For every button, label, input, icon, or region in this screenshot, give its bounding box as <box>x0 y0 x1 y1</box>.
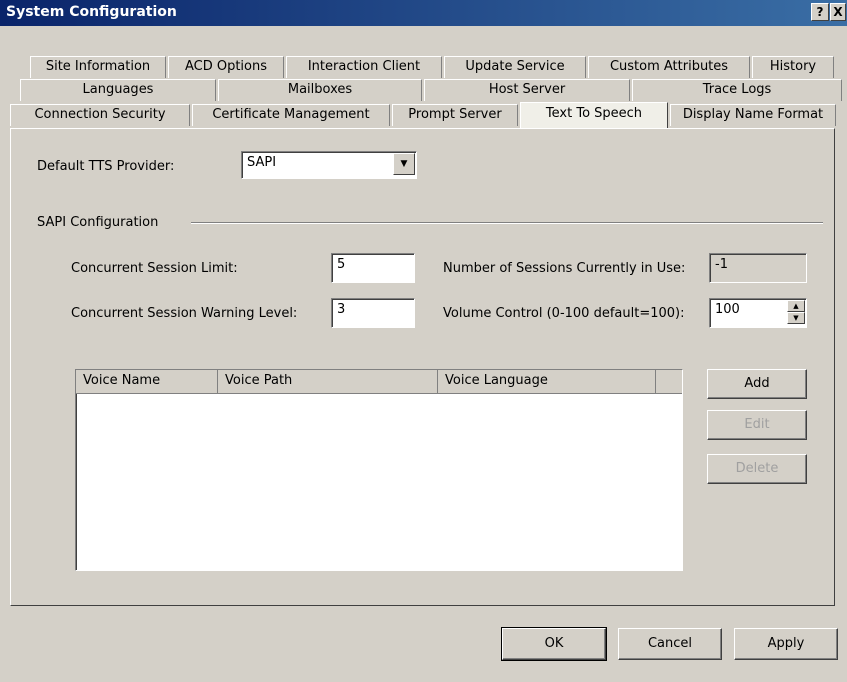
apply-button[interactable]: Apply <box>734 628 838 660</box>
tab-certificate-management[interactable]: Certificate Management <box>192 104 390 126</box>
delete-button[interactable]: Delete <box>707 454 807 484</box>
volume-value: 100 <box>715 302 740 317</box>
title-bar: System Configuration ? X <box>0 0 847 26</box>
tts-provider-value: SAPI <box>247 155 277 170</box>
warning-level-input[interactable]: 3 <box>331 298 415 328</box>
volume-label: Volume Control (0-100 default=100): <box>443 306 685 321</box>
help-button[interactable]: ? <box>811 3 829 21</box>
tab-panel: Default TTS Provider: SAPI ▼ SAPI Config… <box>10 128 835 606</box>
sessions-in-use-label: Number of Sessions Currently in Use: <box>443 261 686 276</box>
tab-prompt-server[interactable]: Prompt Server <box>392 104 518 126</box>
sapi-group-label: SAPI Configuration <box>37 215 159 230</box>
window-title: System Configuration <box>6 4 177 20</box>
session-limit-input[interactable]: 5 <box>331 253 415 283</box>
tab-host-server[interactable]: Host Server <box>424 79 630 101</box>
tab-update-service[interactable]: Update Service <box>444 56 586 78</box>
column-voice-name[interactable]: Voice Name <box>76 370 218 394</box>
group-divider <box>191 222 823 224</box>
tab-interaction-client[interactable]: Interaction Client <box>286 56 442 78</box>
warning-level-label: Concurrent Session Warning Level: <box>71 306 298 321</box>
tab-trace-logs[interactable]: Trace Logs <box>632 79 842 101</box>
voice-list[interactable]: Voice Name Voice Path Voice Language <box>75 369 683 571</box>
tab-text-to-speech[interactable]: Text To Speech <box>520 102 668 128</box>
column-filler <box>656 370 682 394</box>
tts-provider-select[interactable]: SAPI ▼ <box>241 151 417 179</box>
close-button[interactable]: X <box>830 3 846 21</box>
tab-custom-attributes[interactable]: Custom Attributes <box>588 56 750 78</box>
volume-spinner[interactable]: 100 ▲ ▼ <box>709 298 807 328</box>
tab-connection-security[interactable]: Connection Security <box>10 104 190 126</box>
spin-up-icon[interactable]: ▲ <box>787 300 805 312</box>
sessions-in-use-field: -1 <box>709 253 807 283</box>
dropdown-arrow-icon[interactable]: ▼ <box>393 153 415 175</box>
edit-button[interactable]: Edit <box>707 410 807 440</box>
tab-site-information[interactable]: Site Information <box>30 56 166 78</box>
cancel-button[interactable]: Cancel <box>618 628 722 660</box>
spin-down-icon[interactable]: ▼ <box>787 312 805 324</box>
tab-history[interactable]: History <box>752 56 834 78</box>
add-button[interactable]: Add <box>707 369 807 399</box>
tab-display-name-format[interactable]: Display Name Format <box>670 104 836 126</box>
tab-acd-options[interactable]: ACD Options <box>168 56 284 78</box>
tab-mailboxes[interactable]: Mailboxes <box>218 79 422 101</box>
tts-provider-label: Default TTS Provider: <box>37 159 175 174</box>
session-limit-label: Concurrent Session Limit: <box>71 261 238 276</box>
ok-button[interactable]: OK <box>501 627 607 661</box>
column-voice-path[interactable]: Voice Path <box>218 370 438 394</box>
tab-languages[interactable]: Languages <box>20 79 216 101</box>
column-voice-language[interactable]: Voice Language <box>438 370 656 394</box>
